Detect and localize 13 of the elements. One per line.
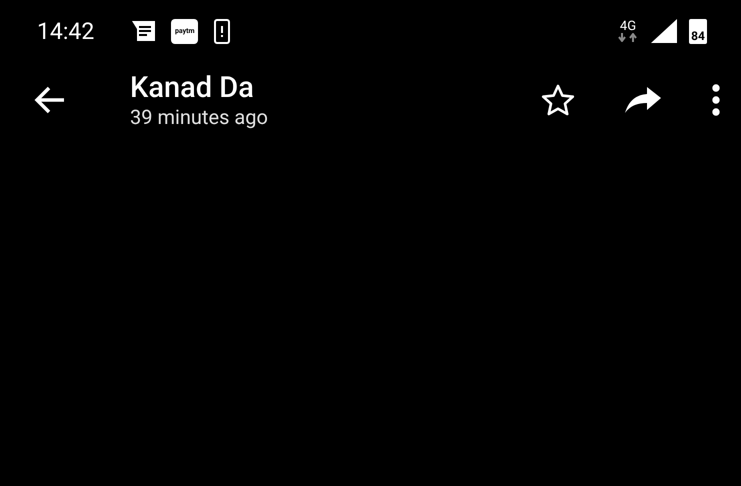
battery-level: 84 [689,18,707,44]
message-icon [132,21,156,41]
clock-time: 14:42 [37,18,94,44]
star-button[interactable] [541,84,575,116]
back-button[interactable] [34,86,66,114]
phone-alert-icon [214,18,230,44]
timestamp: 39 minutes ago [130,105,269,130]
more-options-button[interactable] [711,84,721,116]
network-type: 4G [620,20,636,33]
data-arrows-icon [617,33,639,42]
contact-name: Kanad Da [130,70,255,106]
signal-icon [651,19,677,43]
forward-button[interactable] [625,87,661,113]
